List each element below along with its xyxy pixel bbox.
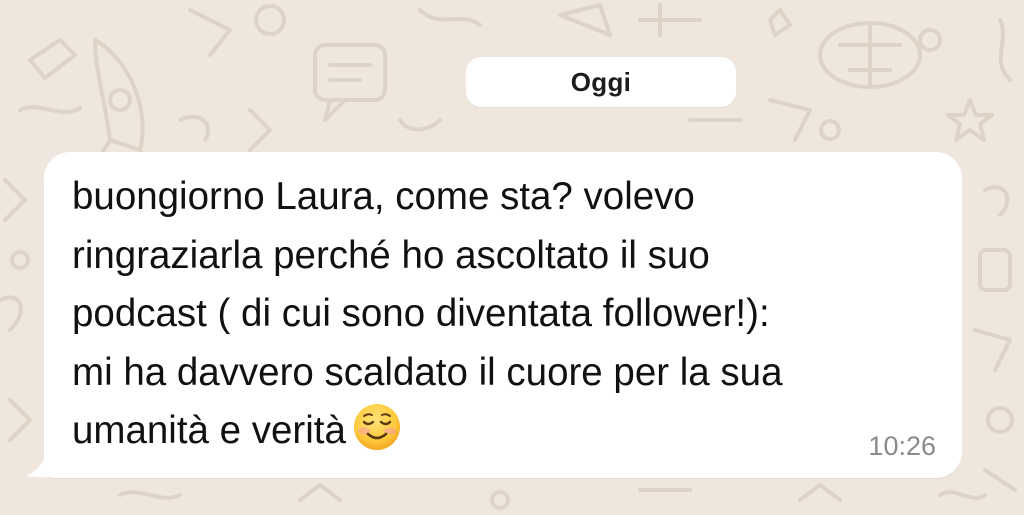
message-body: buongiorno Laura, come sta? volevo ringr… xyxy=(72,175,783,452)
message-text: buongiorno Laura, come sta? volevo ringr… xyxy=(72,168,952,461)
message-timestamp: 10:26 xyxy=(868,431,936,461)
incoming-message-bubble[interactable]: buongiorno Laura, come sta? volevo ringr… xyxy=(44,152,962,478)
smiling-face-icon xyxy=(353,404,400,450)
date-label: Oggi xyxy=(570,66,632,97)
date-separator: Oggi xyxy=(466,57,736,107)
